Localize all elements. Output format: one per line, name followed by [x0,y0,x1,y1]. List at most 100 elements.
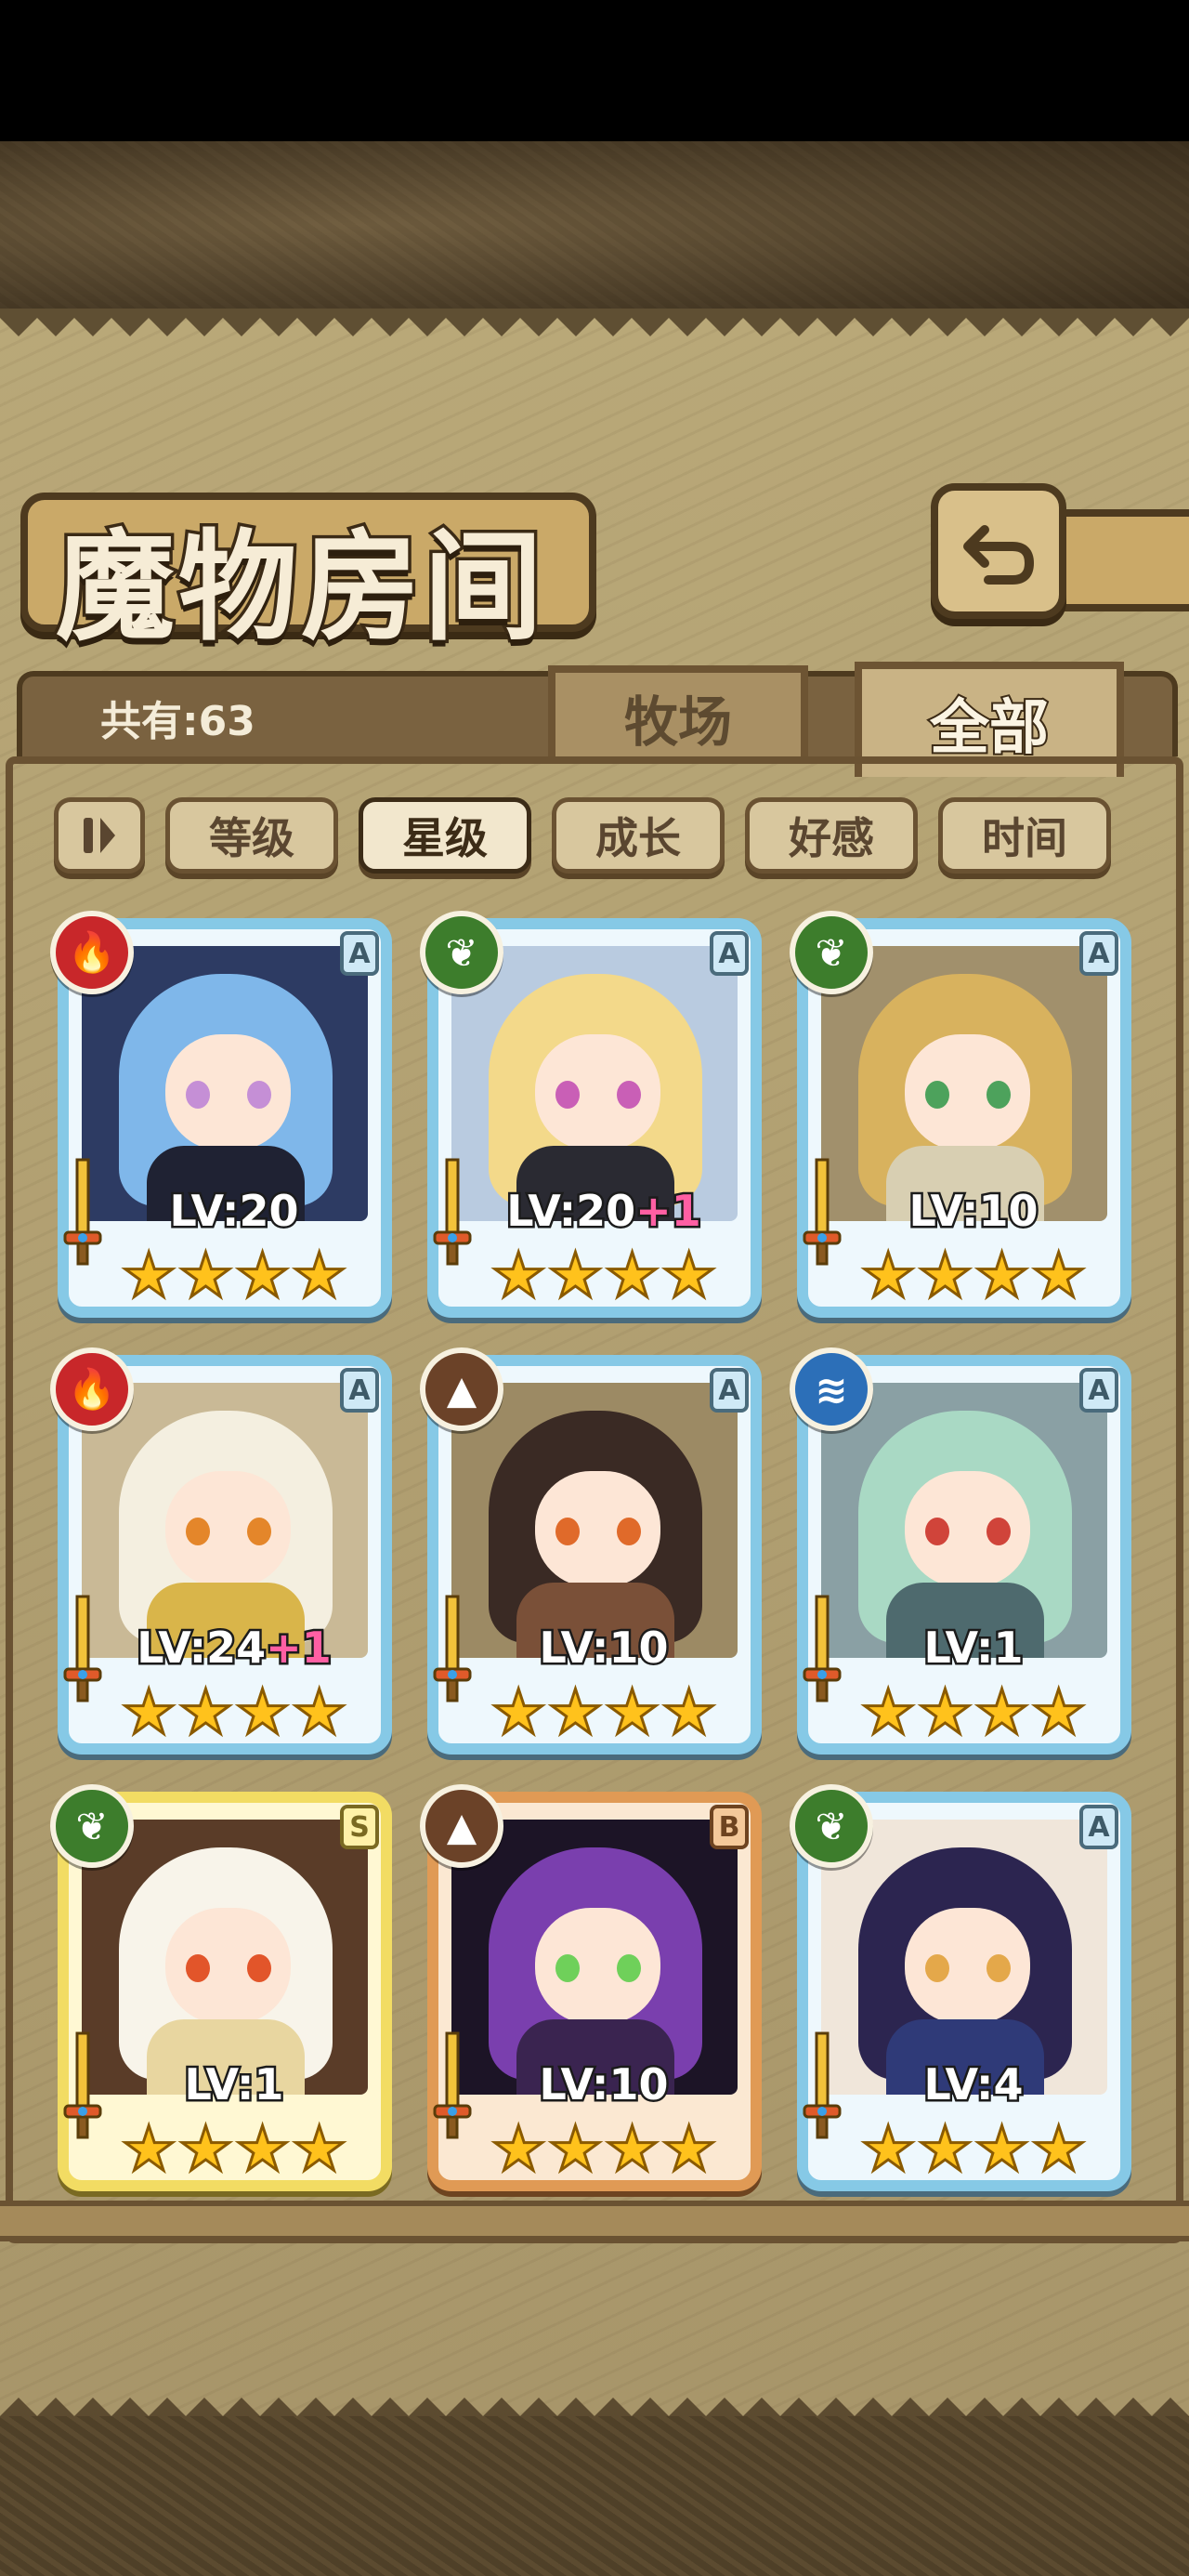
monster-card[interactable]: ❦ A LV:4 ★ ★ ★ ★ [790,1784,1131,2191]
star-icon: ★ [973,1240,1030,1311]
filter-button-1[interactable]: 星级 [359,797,531,874]
star-icon: ★ [490,1240,547,1311]
monster-card[interactable]: ❦ A LV:10 ★ ★ ★ ★ [790,911,1131,1318]
star-icon: ★ [291,1676,348,1748]
star-icon: ★ [233,1676,291,1748]
element-leaf-icon: ❦ [50,1784,134,1868]
monster-card[interactable]: 🔥 A LV:20 ★ ★ ★ ★ [50,911,392,1318]
rank-badge: A [340,931,379,976]
sword-icon [433,2031,472,2139]
tab-pasture[interactable]: 牧场 [548,665,808,762]
star-icon: ★ [233,2113,291,2185]
sword-icon [803,2031,842,2139]
sword-icon [63,2031,102,2139]
star-icon: ★ [916,2113,973,2185]
star-icon: ★ [176,1240,234,1311]
status-bar-area [0,0,1189,141]
monster-portrait [821,946,1107,1221]
rank-badge: A [1079,931,1118,976]
star-icon: ★ [176,1676,234,1748]
rank-badge: B [710,1805,749,1849]
star-icon: ★ [859,1240,917,1311]
star-icon: ★ [660,1240,718,1311]
filter-button-4[interactable]: 时间 [938,797,1111,874]
star-icon: ★ [546,1240,604,1311]
level-label: LV:24+1 [132,1621,336,1676]
star-rating: ★ ★ ★ ★ [120,2113,348,2185]
level-value: LV:1 [182,2057,286,2112]
page-title: 魔物房间 [52,515,547,661]
star-icon: ★ [973,2113,1030,2185]
sword-icon [433,1595,472,1702]
star-rating: ★ ★ ★ ★ [490,1240,718,1311]
sword-icon [63,1595,102,1702]
level-value: LV:20 [167,1184,301,1239]
monster-card[interactable]: 🔥 A LV:24+1 ★ ★ ★ ★ [50,1347,392,1755]
level-value: LV:10 [537,2057,671,2112]
star-icon: ★ [1030,1240,1088,1311]
level-label: LV:10 [502,2057,706,2112]
star-rating: ★ ★ ★ ★ [859,1240,1088,1311]
sort-order-button[interactable] [54,797,145,874]
rank-badge: A [1079,1805,1118,1849]
star-rating: ★ ★ ★ ★ [859,1676,1088,1748]
star-icon: ★ [546,2113,604,2185]
filter-button-2[interactable]: 成长 [552,797,725,874]
back-button-tail [1059,509,1189,611]
monster-card[interactable]: ❦ A LV:20+1 ★ ★ ★ ★ [420,911,762,1318]
element-leaf-icon: ❦ [790,911,873,994]
monster-card[interactable]: ▲ A LV:10 ★ ★ ★ ★ [420,1347,762,1755]
pause-sort-icon [84,818,115,853]
level-label: LV:20 [132,1184,336,1239]
rank-badge: A [710,931,749,976]
monster-card[interactable]: ▲ B LV:10 ★ ★ ★ ★ [420,1784,762,2191]
level-label: LV:1 [132,2057,336,2112]
star-rating: ★ ★ ★ ★ [490,1678,718,1746]
monster-portrait [451,946,738,1221]
filter-button-0[interactable]: 等级 [165,797,338,874]
sword-icon [433,1158,472,1266]
star-icon: ★ [1030,1676,1088,1748]
star-icon: ★ [859,2113,917,2185]
element-earth-icon: ▲ [420,1784,503,1868]
star-rating: ★ ★ ★ ★ [120,1240,348,1311]
back-arrow-icon [963,525,1034,585]
level-label: LV:20+1 [502,1184,706,1239]
panel-bottom-bar [0,2201,1189,2241]
level-label: LV:10 [502,1621,706,1676]
top-background [0,141,1189,309]
rank-badge: A [710,1368,749,1413]
monster-portrait [451,1383,738,1658]
level-label: LV:1 [871,1621,1076,1676]
level-bonus: +1 [634,1184,704,1239]
monster-portrait [82,1820,368,2095]
star-icon: ★ [490,2113,547,2185]
star-icon: ★ [603,1240,660,1311]
level-label: LV:4 [871,2057,1076,2112]
level-label: LV:10 [871,1184,1076,1239]
monster-card[interactable]: ≋ A LV:1 ★ ★ ★ ★ [790,1347,1131,1755]
monster-portrait [82,1383,368,1658]
back-button[interactable] [931,483,1066,619]
star-icon: ★ [120,1676,177,1748]
level-value: LV:10 [537,1621,671,1676]
star-rating: ★ ★ ★ ★ [120,1676,348,1748]
star-icon: ★ [916,1676,973,1748]
level-value: LV:20 [504,1184,638,1239]
star-icon: ★ [176,2113,234,2185]
rank-badge: A [340,1368,379,1413]
level-value: LV:4 [921,2057,1026,2112]
filter-button-3[interactable]: 好感 [745,797,918,874]
level-bonus: +1 [264,1621,334,1676]
monster-card[interactable]: ❦ S LV:1 ★ ★ ★ ★ [50,1784,392,2191]
star-icon: ★ [291,2113,348,2185]
star-icon: ★ [1030,2113,1088,2185]
star-rating: ★ ★ ★ ★ [490,2113,718,2185]
sword-icon [803,1595,842,1702]
rank-badge: A [1079,1368,1118,1413]
element-water-icon: ≋ [790,1347,873,1431]
level-value: LV:10 [907,1184,1040,1239]
level-value: LV:24 [135,1621,268,1676]
star-icon: ★ [233,1240,291,1311]
star-icon: ★ [660,2113,718,2185]
